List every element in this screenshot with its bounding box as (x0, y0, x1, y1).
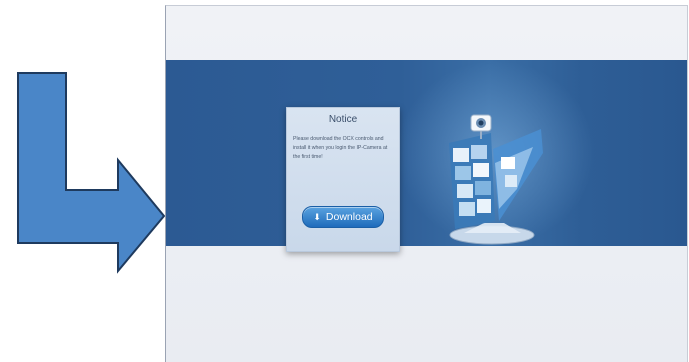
notice-message: Please download the OCX controls and ins… (293, 136, 388, 160)
download-button[interactable]: ⬇ Download (302, 206, 384, 228)
notice-title: Notice (328, 114, 358, 125)
camera-illustration-icon (449, 114, 543, 245)
download-button-label: Download (325, 211, 373, 223)
banner: Notice Please download the OCX controls … (166, 60, 687, 252)
browser-page: Notice Please download the OCX controls … (165, 5, 688, 362)
notice-panel: Notice Please download the OCX controls … (286, 107, 400, 252)
arrow-down-icon: ⬇ (313, 211, 321, 222)
